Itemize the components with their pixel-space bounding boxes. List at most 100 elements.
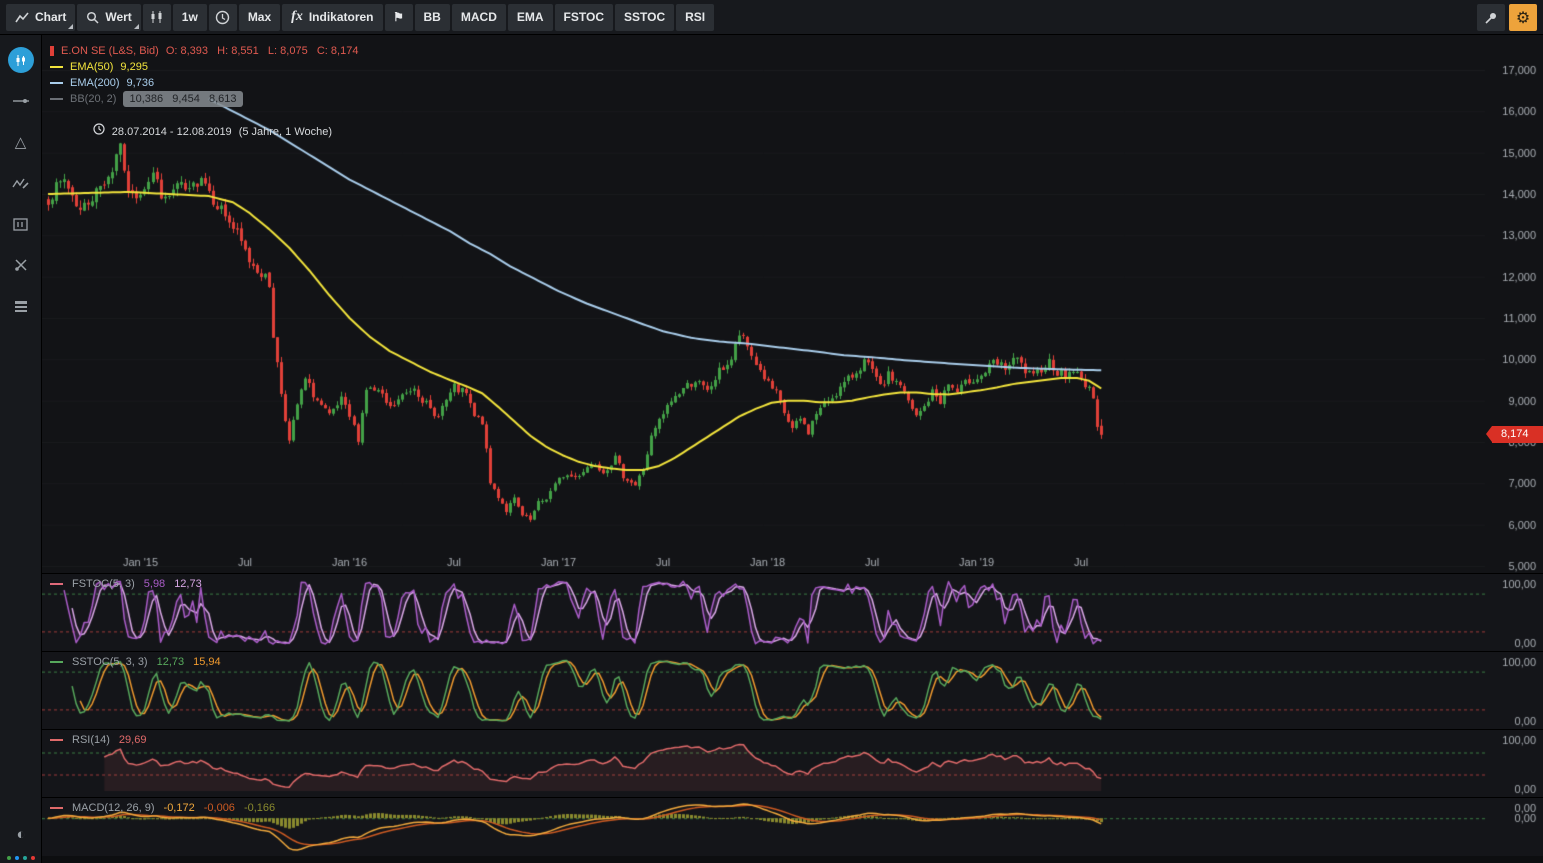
ema200-legend-row[interactable]: EMA(200) 9,736 [50, 75, 358, 91]
quick-indicator-ema-button[interactable]: EMA [507, 3, 553, 31]
ema50-swatch-icon [50, 66, 63, 68]
ema50-value: 9,295 [120, 61, 148, 73]
status-dot [7, 856, 11, 860]
cursor-tools-button[interactable] [8, 252, 34, 278]
date-range-text: 28.07.2014 - 12.08.2019 [111, 125, 232, 138]
status-dots [0, 856, 42, 860]
chart-menu-button[interactable]: Chart [6, 3, 76, 31]
fstoc-panel-canvas[interactable] [42, 574, 1543, 651]
rsi-legend[interactable]: RSI(14) 29,69 [50, 734, 146, 746]
bollinger-legend-row[interactable]: BB(20, 2) 10,386 9,454 8,613 [50, 91, 358, 107]
status-dot [15, 856, 19, 860]
rsi-value: 29,69 [118, 734, 147, 746]
indicators-button[interactable]: fx Indikatoren [282, 3, 383, 31]
rsi-panel: RSI(14) 29,69 [42, 729, 1543, 797]
bollinger-swatch-icon [50, 98, 63, 100]
instrument-search-label: Wert [105, 10, 132, 24]
line-chart-icon [15, 11, 29, 24]
top-toolbar: Chart Wert 1w Max fx Indikatoren ⚑ BB MA… [0, 0, 1543, 35]
bookmark-flag-button[interactable]: ⚑ [384, 3, 413, 31]
drawing-sidebar: △ ◐ [0, 35, 42, 863]
chart-menu-label: Chart [35, 10, 67, 24]
gear-icon: ⚙ [1515, 9, 1531, 27]
quick-sstoc-label: SSTOC [623, 10, 666, 24]
template-panel-button[interactable] [8, 211, 34, 237]
quick-indicator-fstoc-button[interactable]: FSTOC [554, 3, 613, 31]
fstoc-swatch-icon [50, 583, 63, 585]
macd-legend[interactable]: MACD(12, 26, 9) -0,172 -0,006 -0,166 [50, 802, 275, 814]
fstoc-value: 12,73 [174, 578, 202, 590]
quick-ema-label: EMA [516, 10, 544, 24]
trendline-tool-button[interactable] [8, 88, 34, 114]
sstoc-value: 15,94 [193, 656, 221, 668]
chart-mode-button[interactable] [7, 47, 34, 73]
range-max-label: Max [247, 10, 272, 24]
rsi-label: RSI(14) [72, 734, 110, 746]
fstoc-value: 5,98 [143, 578, 166, 590]
macd-value: -0,166 [243, 802, 276, 814]
sstoc-label: SSTOC(5, 3, 3) [72, 656, 148, 668]
indicator-tool-button[interactable] [8, 170, 34, 196]
triangle-icon: △ [14, 134, 27, 151]
sstoc-panel: SSTOC(5, 3, 3) 12,73 15,94 [42, 651, 1543, 729]
sstoc-legend[interactable]: SSTOC(5, 3, 3) 12,73 15,94 [50, 656, 221, 668]
fstoc-panel: FSTOC(5, 3) 5,98 12,73 [42, 573, 1543, 651]
ema200-label: EMA(200) [70, 77, 120, 89]
macd-swatch-icon [50, 807, 63, 809]
last-price-value: 8,174 [1501, 428, 1529, 441]
candlestick-swatch-icon [50, 46, 54, 56]
quick-indicator-macd-button[interactable]: MACD [451, 3, 506, 31]
last-price-tag: 8,174 [1486, 426, 1543, 444]
chart-type-button[interactable] [142, 3, 171, 31]
main-chart-panel: E.ON SE (L&S, Bid) O: 8,393 H: 8,551 L: … [42, 35, 1543, 573]
pin-window-button[interactable] [1477, 4, 1505, 31]
ema200-swatch-icon [50, 82, 63, 84]
date-range-note: (5 Jahre, 1 Woche) [238, 125, 333, 138]
sstoc-panel-canvas[interactable] [42, 652, 1543, 729]
shapes-tool-button[interactable]: △ [8, 129, 34, 155]
status-dot [31, 856, 35, 860]
bollinger-values: 10,386 9,454 8,613 [123, 91, 243, 107]
theme-contrast-button[interactable]: ◐ [8, 821, 34, 847]
instrument-legend-row[interactable]: E.ON SE (L&S, Bid) O: 8,393 H: 8,551 L: … [50, 43, 358, 59]
main-area: △ ◐ E.ON SE (L&S, Bid) O: 8,393 H: 8,551… [0, 35, 1543, 863]
interval-label: 1w [181, 10, 198, 24]
macd-panel: MACD(12, 26, 9) -0,172 -0,006 -0,166 [42, 797, 1543, 856]
sstoc-value: 12,73 [156, 656, 185, 668]
flag-icon: ⚑ [393, 10, 404, 24]
ema200-value: 9,736 [126, 77, 155, 89]
bollinger-label: BB(20, 2) [70, 93, 117, 105]
quick-fstoc-label: FSTOC [563, 10, 604, 24]
bottom-filler [42, 856, 1543, 863]
macd-label: MACD(12, 26, 9) [72, 802, 155, 814]
time-range-clock-button[interactable] [208, 3, 237, 31]
fx-icon: fx [291, 9, 303, 24]
fstoc-label: FSTOC(5, 3) [72, 578, 135, 590]
quick-indicator-bb-button[interactable]: BB [414, 3, 450, 31]
search-icon [86, 11, 99, 24]
clock-icon [50, 107, 105, 156]
toolbar-right-group: ⚙ [1477, 4, 1537, 31]
instrument-search-button[interactable]: Wert [77, 3, 141, 31]
rsi-swatch-icon [50, 739, 63, 741]
fstoc-legend[interactable]: FSTOC(5, 3) 5,98 12,73 [50, 578, 202, 590]
instrument-name: E.ON SE (L&S, Bid) [61, 45, 159, 57]
status-dot [23, 856, 27, 860]
quick-macd-label: MACD [460, 10, 497, 24]
settings-gear-button[interactable]: ⚙ [1509, 4, 1537, 31]
watchlist-button[interactable] [8, 293, 34, 319]
contrast-icon: ◐ [16, 825, 26, 843]
rsi-panel-canvas[interactable] [42, 730, 1543, 797]
indicators-label: Indikatoren [308, 10, 374, 24]
date-range-row[interactable]: 28.07.2014 - 12.08.2019 (5 Jahre, 1 Woch… [50, 107, 358, 156]
quick-bb-label: BB [423, 10, 441, 24]
quick-rsi-label: RSI [685, 10, 706, 24]
charting-app-window: Chart Wert 1w Max fx Indikatoren ⚑ BB MA… [0, 0, 1543, 863]
range-max-button[interactable]: Max [238, 3, 281, 31]
quick-indicator-sstoc-button[interactable]: SSTOC [614, 3, 675, 31]
clock-icon [215, 10, 230, 25]
interval-button[interactable]: 1w [172, 3, 207, 31]
quick-indicator-rsi-button[interactable]: RSI [676, 3, 715, 31]
ema50-label: EMA(50) [70, 61, 114, 73]
ema50-legend-row[interactable]: EMA(50) 9,295 [50, 59, 358, 75]
